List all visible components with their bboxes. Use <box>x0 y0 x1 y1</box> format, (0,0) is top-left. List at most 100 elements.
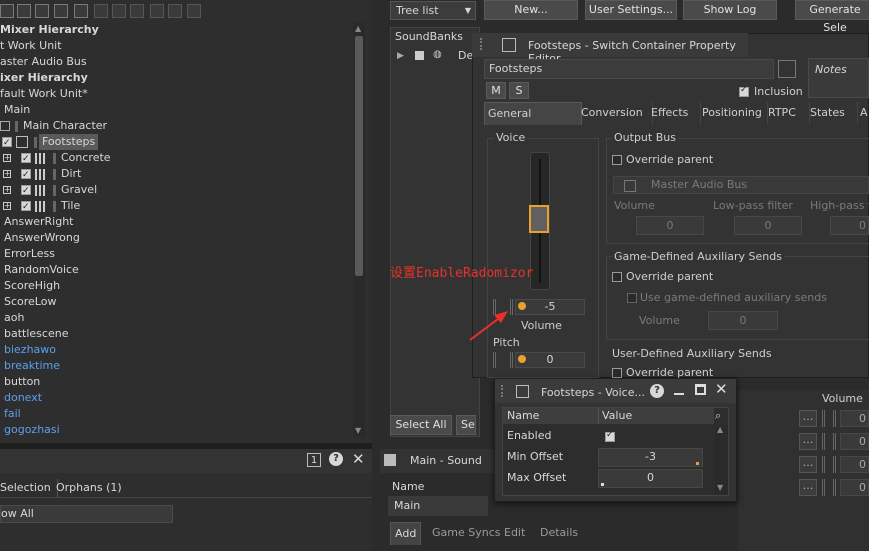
main-sound-tab-add[interactable]: Add <box>390 522 422 545</box>
aux-link-icon <box>822 410 836 427</box>
grid-icon-5[interactable] <box>168 4 182 18</box>
tab-positioning[interactable]: Positioning <box>699 102 768 124</box>
popup-help-icon[interactable]: ? <box>650 384 664 398</box>
use-game-defined-checkbox[interactable] <box>627 293 637 303</box>
scroll-up-icon[interactable]: ▲ <box>355 24 361 33</box>
override-parent-checkbox-3[interactable] <box>612 368 622 378</box>
notes-panel[interactable]: Notes <box>808 58 869 98</box>
new-button[interactable]: New... <box>484 0 578 20</box>
tree-item-label: aoh <box>4 311 25 324</box>
solo-button[interactable]: S <box>509 82 529 99</box>
popup-search-icon[interactable]: ⌕ <box>715 409 721 423</box>
grid-icon-1[interactable] <box>94 4 108 18</box>
soundbank-row-label[interactable]: De <box>458 49 473 62</box>
view-dropdown[interactable]: Tree list ▼ <box>390 1 476 20</box>
child-checkbox[interactable] <box>21 199 31 215</box>
expand-icon[interactable]: ▶ <box>397 51 404 61</box>
child-checkbox[interactable] <box>21 183 31 199</box>
grid-icon-2[interactable] <box>112 4 126 18</box>
user-defined-label: User-Defined Auxiliary Sends <box>612 347 772 360</box>
link-icon[interactable] <box>778 60 796 78</box>
expand-icon[interactable]: + <box>3 170 11 178</box>
aux-volume-field[interactable]: 0 <box>840 410 869 427</box>
popup-scroll-down-icon[interactable]: ▼ <box>717 483 723 492</box>
tab-selection[interactable]: Selection <box>0 479 58 497</box>
grid-icon-3[interactable] <box>130 4 144 18</box>
override-parent-checkbox-1[interactable] <box>612 155 622 165</box>
shuffle-icon[interactable] <box>35 4 49 18</box>
main-sound-tab-edit[interactable]: Edit <box>500 522 529 544</box>
popup-scrollbar[interactable]: ▲ ▼ <box>715 425 728 495</box>
grid-icon-6[interactable] <box>187 4 201 18</box>
popup-scroll-up-icon[interactable]: ▲ <box>717 425 723 434</box>
select-all-button[interactable]: Select All <box>390 415 452 435</box>
generate-button[interactable]: Generate Sele <box>795 0 869 34</box>
tab-states[interactable]: States <box>807 102 858 124</box>
layout-icon[interactable] <box>0 4 14 18</box>
user-settings-button[interactable]: User Settings... <box>585 0 677 20</box>
name-field[interactable]: Main <box>388 496 488 516</box>
speaker-icon[interactable] <box>74 4 88 18</box>
soundbanks-panel: SoundBanks ▶ ◍ De <box>390 27 480 437</box>
expand-icon[interactable]: + <box>3 186 11 194</box>
popup-minimize-icon[interactable] <box>674 393 684 395</box>
tree-scrollbar-thumb[interactable] <box>355 36 363 276</box>
child-checkbox[interactable] <box>21 151 31 167</box>
aux-volume-field[interactable]: 0 <box>840 456 869 473</box>
aux-browse-button[interactable]: … <box>799 433 817 450</box>
show-log-button[interactable]: Show Log <box>683 0 777 20</box>
object-name-field[interactable]: Footsteps <box>484 59 774 79</box>
override-parent-checkbox-2[interactable] <box>612 272 622 282</box>
volume-fader-knob[interactable] <box>529 205 549 233</box>
output-lowpass-header: Low-pass filter <box>713 199 793 212</box>
tree-scrollbar[interactable]: ▲ ▼ <box>353 22 365 438</box>
output-highpass-field[interactable]: 0 <box>830 216 869 235</box>
popup-drag-handle-icon[interactable] <box>501 385 509 397</box>
inclusion-checkbox[interactable] <box>739 85 749 97</box>
enabled-checkbox[interactable] <box>605 430 615 442</box>
grid-icon-4[interactable] <box>150 4 164 18</box>
scroll-down-icon[interactable]: ▼ <box>355 426 361 435</box>
aux-browse-button[interactable]: … <box>799 410 817 427</box>
help-icon[interactable]: ? <box>329 452 343 466</box>
aux-volume-field[interactable]: 0 <box>840 433 869 450</box>
aux-volume-field[interactable]: 0 <box>840 479 869 496</box>
select-second-button[interactable]: Se <box>456 415 476 435</box>
aux-browse-button[interactable]: … <box>799 456 817 473</box>
tab-effects[interactable]: Effects <box>648 102 701 124</box>
main-sound-tab-game-syncs[interactable]: Game Syncs <box>428 522 505 544</box>
output-bus-field[interactable]: Master Audio Bus <box>613 176 869 194</box>
min-offset-value: -3 <box>645 450 656 463</box>
tab-a[interactable]: A <box>857 102 869 124</box>
tab-conversion[interactable]: Conversion <box>578 102 653 124</box>
offset-slider-marker <box>601 483 604 486</box>
gd-volume-field[interactable]: 0 <box>708 311 778 330</box>
tree-icon[interactable] <box>17 4 31 18</box>
aux-browse-button[interactable]: … <box>799 479 817 496</box>
popup-maximize-icon[interactable] <box>695 384 706 395</box>
output-highpass-header: High-pass fil <box>810 199 869 212</box>
output-volume-field[interactable]: 0 <box>636 216 704 235</box>
drag-handle-icon[interactable] <box>480 38 488 50</box>
tools-icon[interactable] <box>54 4 68 18</box>
child-checkbox[interactable] <box>21 167 31 183</box>
tree-item-label: ScoreLow <box>4 295 57 308</box>
expand-icon[interactable]: + <box>3 202 11 210</box>
min-offset-field[interactable]: -3 <box>598 448 703 467</box>
switch-container-icon <box>502 38 516 52</box>
tab-rtpc[interactable]: RTPC <box>765 102 810 124</box>
show-all-field[interactable]: ow All <box>0 505 173 523</box>
main-sound-tab-details[interactable]: Details <box>536 522 582 544</box>
expand-icon[interactable]: + <box>3 154 11 162</box>
footsteps-checkbox[interactable] <box>2 135 12 151</box>
mute-button[interactable]: M <box>486 82 506 99</box>
use-game-defined-label: Use game-defined auxiliary sends <box>640 291 827 304</box>
annotation-arrow <box>469 311 508 341</box>
close-icon[interactable]: ✕ <box>352 450 365 468</box>
tree-item-label: AnswerWrong <box>4 231 80 244</box>
tab-general-settings[interactable]: General Settings <box>484 102 582 125</box>
max-offset-field[interactable]: 0 <box>598 469 703 488</box>
tab-orphans[interactable]: Orphans (1) <box>56 479 122 497</box>
output-lowpass-field[interactable]: 0 <box>734 216 802 235</box>
popup-close-icon[interactable]: ✕ <box>715 380 728 398</box>
